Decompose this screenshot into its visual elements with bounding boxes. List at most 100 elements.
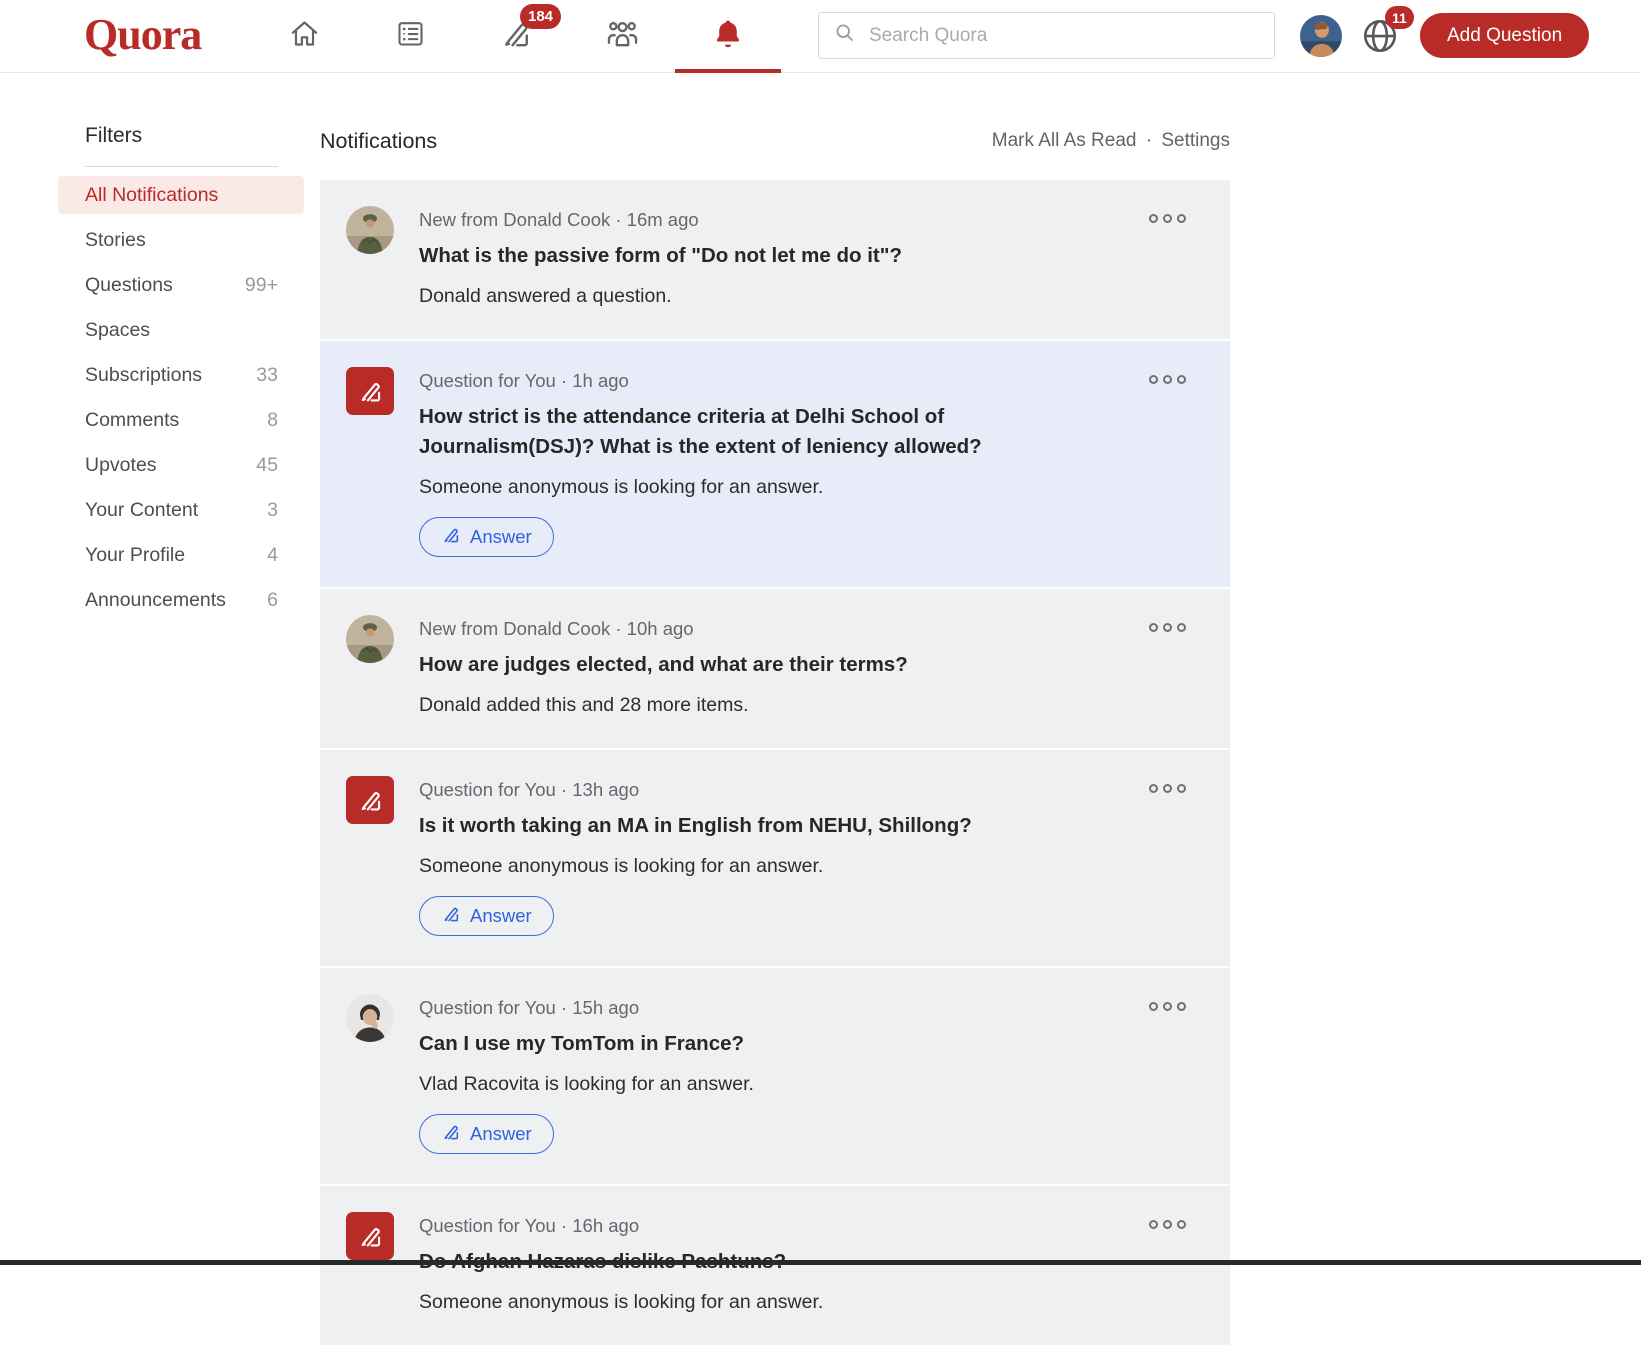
notification-body: Vlad Racovita is looking for an answer.	[419, 1071, 1110, 1097]
dot-icon	[1177, 1220, 1186, 1229]
notification-card[interactable]: New from Donald Cook · 16m ago What is t…	[320, 180, 1230, 339]
sender-avatar[interactable]	[346, 994, 394, 1042]
nav-home[interactable]	[251, 0, 357, 72]
sidebar-item-count: 8	[267, 409, 278, 432]
notification-card[interactable]: Question for You · 15h ago Can I use my …	[320, 968, 1230, 1184]
notification-content: Question for You · 15h ago Can I use my …	[419, 994, 1110, 1154]
sidebar-item-count: 4	[267, 544, 278, 567]
sidebar-item-stories[interactable]: Stories	[58, 221, 304, 259]
screen-bottom-edge	[0, 1260, 1641, 1265]
nav-answer[interactable]: 184	[463, 0, 569, 72]
sidebar-item-label: Your Profile	[85, 544, 185, 567]
answer-count-badge: 184	[520, 4, 561, 29]
sidebar-item-label: Questions	[85, 274, 173, 297]
notification-lead	[346, 615, 394, 718]
sender-avatar[interactable]	[346, 615, 394, 663]
sidebar-item-label: Spaces	[85, 319, 150, 342]
sidebar-item-spaces[interactable]: Spaces	[58, 311, 304, 349]
question-pencil-icon	[346, 1212, 394, 1260]
search-box	[818, 12, 1275, 59]
answer-pencil-icon	[441, 904, 461, 929]
answer-button[interactable]: Answer	[419, 517, 554, 557]
notifications-panel: Notifications Mark All As Read · Setting…	[320, 124, 1230, 1345]
quora-logo[interactable]: Quora	[84, 9, 201, 60]
sidebar-item-all-notifications[interactable]: All Notifications	[58, 176, 304, 214]
home-icon	[288, 17, 321, 55]
dot-icon	[1149, 214, 1158, 223]
sidebar-item-label: Subscriptions	[85, 364, 202, 387]
notification-content: Question for You · 13h ago Is it worth t…	[419, 776, 1110, 936]
question-pencil-icon	[346, 776, 394, 824]
notification-title[interactable]: What is the passive form of "Do not let …	[419, 241, 1079, 271]
sidebar-item-subscriptions[interactable]: Subscriptions 33	[58, 356, 304, 394]
sidebar-item-label: Comments	[85, 409, 179, 432]
notification-title[interactable]: How are judges elected, and what are the…	[419, 650, 1079, 680]
page-title: Notifications	[320, 129, 437, 154]
card-menu-button[interactable]	[1149, 1220, 1186, 1229]
filters-sidebar: Filters All Notifications Stories Questi…	[58, 124, 304, 626]
notification-content: Question for You · 1h ago How strict is …	[419, 367, 1110, 557]
sidebar-item-questions[interactable]: Questions 99+	[58, 266, 304, 304]
dot-icon	[1177, 214, 1186, 223]
answer-button[interactable]: Answer	[419, 896, 554, 936]
card-menu-button[interactable]	[1149, 375, 1186, 384]
filters-title: Filters	[85, 124, 304, 148]
answer-button-label: Answer	[470, 526, 532, 548]
notification-content: New from Donald Cook · 10h ago How are j…	[419, 615, 1110, 718]
notification-content: New from Donald Cook · 16m ago What is t…	[419, 206, 1110, 309]
sidebar-item-comments[interactable]: Comments 8	[58, 401, 304, 439]
sidebar-item-count: 45	[256, 454, 278, 477]
dot-icon	[1149, 1002, 1158, 1011]
notification-lead	[346, 994, 394, 1154]
card-menu-button[interactable]	[1149, 623, 1186, 632]
sidebar-item-your-profile[interactable]: Your Profile 4	[58, 536, 304, 574]
notification-lead	[346, 367, 394, 557]
sidebar-item-your-content[interactable]: Your Content 3	[58, 491, 304, 529]
nav-notifications[interactable]	[675, 0, 781, 72]
search-input[interactable]	[867, 24, 1262, 48]
notification-card[interactable]: Question for You · 13h ago Is it worth t…	[320, 750, 1230, 966]
card-menu-button[interactable]	[1149, 1002, 1186, 1011]
sender-avatar[interactable]	[346, 206, 394, 254]
notification-meta: Question for You · 15h ago	[419, 996, 1110, 1020]
nav-following[interactable]	[357, 0, 463, 72]
notifications-bell-icon	[711, 17, 745, 56]
nav-spaces[interactable]	[569, 0, 675, 72]
sidebar-item-count: 99+	[245, 274, 278, 297]
profile-avatar[interactable]	[1300, 15, 1342, 57]
notification-title[interactable]: Is it worth taking an MA in English from…	[419, 811, 1079, 841]
sidebar-item-announcements[interactable]: Announcements 6	[58, 581, 304, 619]
settings-link[interactable]: Settings	[1161, 130, 1230, 151]
notification-meta: New from Donald Cook · 10h ago	[419, 617, 1110, 641]
card-menu-button[interactable]	[1149, 784, 1186, 793]
dot-icon	[1163, 1220, 1172, 1229]
sidebar-item-label: Stories	[85, 229, 146, 252]
notification-body: Someone anonymous is looking for an answ…	[419, 853, 1110, 879]
sidebar-item-label: Your Content	[85, 499, 198, 522]
sidebar-item-count: 6	[267, 589, 278, 612]
notification-card[interactable]: Question for You · 1h ago How strict is …	[320, 341, 1230, 587]
add-question-button[interactable]: Add Question	[1420, 13, 1589, 58]
dot-icon	[1177, 375, 1186, 384]
answer-pencil-icon	[441, 525, 461, 550]
dot-icon	[1163, 214, 1172, 223]
card-menu-button[interactable]	[1149, 214, 1186, 223]
question-pencil-icon	[346, 367, 394, 415]
sidebar-item-upvotes[interactable]: Upvotes 45	[58, 446, 304, 484]
notification-body: Donald added this and 28 more items.	[419, 692, 1110, 718]
notification-card[interactable]: Question for You · 16h ago Do Afghan Haz…	[320, 1186, 1230, 1345]
dot-icon	[1177, 784, 1186, 793]
filters-list: All Notifications Stories Questions 99+ …	[58, 176, 304, 619]
top-nav: Quora	[0, 0, 1641, 73]
notification-body: Someone anonymous is looking for an answ…	[419, 1289, 1110, 1315]
notification-card[interactable]: New from Donald Cook · 10h ago How are j…	[320, 589, 1230, 748]
mark-all-read-link[interactable]: Mark All As Read	[992, 130, 1137, 151]
notification-title[interactable]: Can I use my TomTom in France?	[419, 1029, 1079, 1059]
answer-button[interactable]: Answer	[419, 1114, 554, 1154]
actions-separator: ·	[1146, 130, 1152, 151]
notification-title[interactable]: How strict is the attendance criteria at…	[419, 402, 1079, 462]
dot-icon	[1177, 623, 1186, 632]
notification-body: Donald answered a question.	[419, 283, 1110, 309]
dot-icon	[1149, 375, 1158, 384]
dot-icon	[1163, 623, 1172, 632]
